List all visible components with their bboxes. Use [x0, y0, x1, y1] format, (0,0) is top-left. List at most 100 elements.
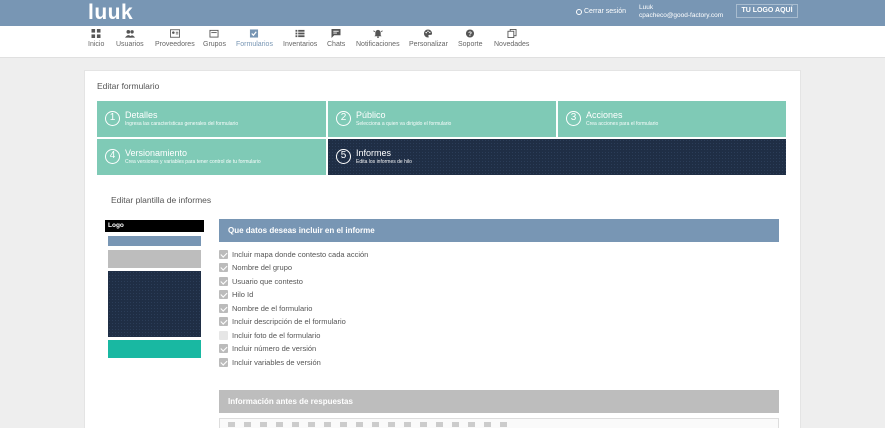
template-logo-block[interactable]: Logo — [105, 220, 204, 232]
option-label: Nombre de el formulario — [232, 304, 313, 313]
user-info[interactable]: Luuk cpacheco@good-factory.com — [639, 4, 723, 20]
nav-item-inventarios[interactable]: Inventarios — [283, 29, 317, 48]
nav-label: Inicio — [88, 41, 105, 48]
option-label: Incluir mapa donde contesto cada acción — [232, 250, 369, 259]
toolbar-icon[interactable] — [420, 422, 427, 427]
copy-icon — [507, 29, 517, 38]
step-number: 2 — [336, 111, 351, 126]
step-description: Crea acciones para el formulario — [586, 121, 659, 127]
step-description: Crea versiones y variables para tener co… — [125, 159, 261, 165]
template-body-block[interactable] — [108, 271, 201, 337]
toolbar-icon[interactable] — [356, 422, 363, 427]
step-title: Versionamiento — [125, 148, 188, 158]
checkbox[interactable] — [219, 290, 228, 299]
step-number: 1 — [105, 111, 120, 126]
brand-logo-button[interactable]: TU LOGO AQUÍ — [736, 4, 798, 18]
nav-label: Notificaciones — [356, 41, 400, 48]
checkbox[interactable] — [219, 358, 228, 367]
step-title: Detalles — [125, 110, 158, 120]
id-card-icon — [169, 29, 180, 38]
nav-item-usuarios[interactable]: Usuarios — [116, 29, 144, 48]
toolbar-icon[interactable] — [452, 422, 459, 427]
template-header-block[interactable] — [108, 236, 201, 246]
step-publico[interactable]: 2 Público Selecciona a quien va dirigido… — [328, 101, 556, 137]
page-title: Editar formulario — [97, 81, 160, 91]
nav-item-grupos[interactable]: Grupos — [203, 29, 226, 48]
option-usuario[interactable]: Usuario que contesto — [219, 276, 303, 287]
option-descripcion[interactable]: Incluir descripción de el formulario — [219, 316, 346, 327]
nav-item-formularios[interactable]: Formularios — [236, 29, 273, 48]
toolbar-icon[interactable] — [244, 422, 251, 427]
list-icon — [295, 29, 305, 38]
top-bar: luuk Cerrar sesión Luuk cpacheco@good-fa… — [0, 0, 885, 26]
nav-item-novedades[interactable]: Novedades — [494, 29, 529, 48]
user-email: cpacheco@good-factory.com — [639, 12, 724, 19]
option-mapa[interactable]: Incluir mapa donde contesto cada acción — [219, 249, 368, 260]
checkbox[interactable] — [219, 263, 228, 272]
toolbar-icon[interactable] — [292, 422, 299, 427]
toolbar-icon[interactable] — [308, 422, 315, 427]
template-footer-block[interactable] — [108, 340, 201, 358]
checkbox[interactable] — [219, 344, 228, 353]
toolbar-icon[interactable] — [324, 422, 331, 427]
toolbar-icon[interactable] — [276, 422, 283, 427]
step-title: Informes — [356, 148, 392, 158]
toolbar-icon[interactable] — [388, 422, 395, 427]
template-info-block[interactable] — [108, 250, 201, 268]
nav-label: Chats — [327, 41, 346, 48]
step-description: Selecciona a quien va dirigido el formul… — [356, 121, 452, 127]
option-hilo-id[interactable]: Hilo Id — [219, 289, 253, 300]
option-numero-version[interactable]: Incluir número de versión — [219, 343, 316, 354]
option-variables-version[interactable]: Incluir variables de versión — [219, 357, 321, 368]
toolbar-icon[interactable] — [468, 422, 475, 427]
nav-item-proveedores[interactable]: Proveedores — [155, 29, 195, 48]
toolbar-icon[interactable] — [228, 422, 235, 427]
nav-label: Novedades — [494, 41, 530, 48]
toolbar-icon[interactable] — [500, 422, 507, 427]
checkbox[interactable] — [219, 277, 228, 286]
folder-icon — [209, 29, 219, 38]
option-label: Usuario que contesto — [232, 277, 303, 286]
toolbar-icon[interactable] — [404, 422, 411, 427]
option-nombre-formulario[interactable]: Nombre de el formulario — [219, 303, 312, 314]
nav-item-inicio[interactable]: Inicio — [88, 29, 104, 48]
step-detalles[interactable]: 1 Detalles Ingresa las características g… — [97, 101, 326, 137]
step-number: 4 — [105, 149, 120, 164]
toolbar-icon[interactable] — [484, 422, 491, 427]
logout-button[interactable]: Cerrar sesión — [576, 8, 626, 15]
option-label: Incluir variables de versión — [232, 358, 321, 367]
toolbar-icon[interactable] — [436, 422, 443, 427]
nav-item-notificaciones[interactable]: Notificaciones — [356, 29, 400, 48]
toolbar-icon[interactable] — [260, 422, 267, 427]
nav-item-personalizar[interactable]: Personalizar — [409, 29, 448, 48]
checkbox[interactable] — [219, 250, 228, 259]
step-title: Público — [356, 110, 386, 120]
step-versionamiento[interactable]: 4 Versionamiento Crea versiones y variab… — [97, 139, 326, 175]
option-grupo[interactable]: Nombre del grupo — [219, 262, 292, 273]
checkbox-icon — [250, 29, 259, 38]
step-number: 5 — [336, 149, 351, 164]
nav-label: Formularios — [236, 41, 273, 48]
toolbar-icon[interactable] — [372, 422, 379, 427]
user-name: Luuk — [639, 4, 654, 11]
nav-label: Usuarios — [116, 41, 144, 48]
logout-label: Cerrar sesión — [584, 8, 627, 15]
grid-icon — [91, 29, 101, 38]
template-title: Editar plantilla de informes — [111, 195, 212, 205]
bell-icon — [373, 29, 383, 38]
option-foto[interactable]: Incluir foto de el formulario — [219, 330, 320, 341]
nav-item-chats[interactable]: Chats — [327, 29, 345, 48]
checkbox[interactable] — [219, 304, 228, 313]
app-logo[interactable]: luuk — [88, 1, 133, 25]
checkbox[interactable] — [219, 331, 228, 340]
chat-icon — [331, 29, 341, 38]
step-informes[interactable]: 5 Informes Edita los informes de hilo — [328, 139, 786, 175]
option-label: Incluir número de versión — [232, 344, 317, 353]
step-number: 3 — [566, 111, 581, 126]
checkbox[interactable] — [219, 317, 228, 326]
option-label: Nombre del grupo — [232, 263, 293, 272]
step-acciones[interactable]: 3 Acciones Crea acciones para el formula… — [558, 101, 786, 137]
nav-item-soporte[interactable]: ? Soporte — [458, 29, 483, 48]
toolbar-icon[interactable] — [340, 422, 347, 427]
palette-icon — [424, 29, 433, 38]
